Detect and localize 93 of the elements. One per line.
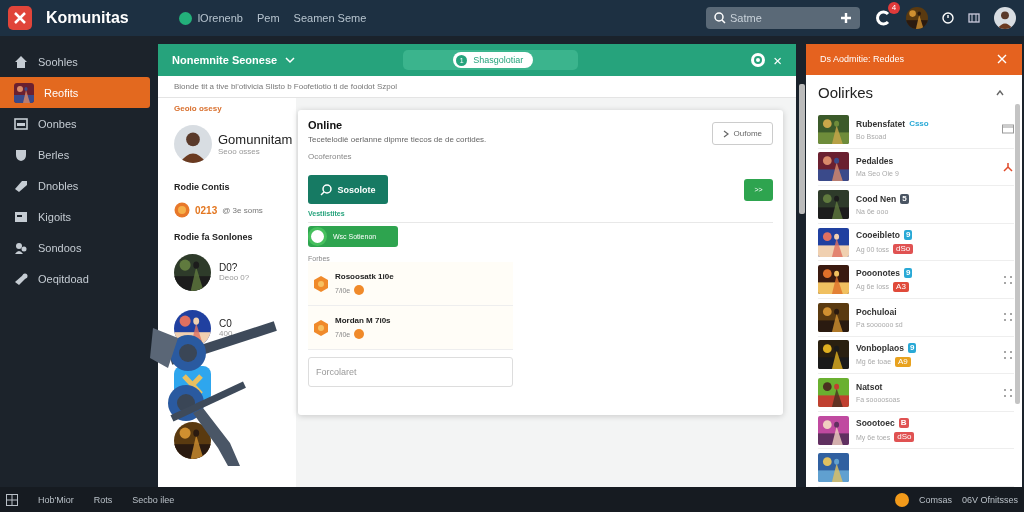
plus-icon [840, 12, 852, 24]
member-name: D0? [219, 262, 239, 273]
coin-icon [354, 329, 365, 339]
dots-icon [1002, 312, 1014, 323]
sidebar-item[interactable]: Oeqitdoad [0, 263, 150, 294]
item-name: Cood Nen [856, 194, 897, 205]
badge-icon [314, 275, 328, 292]
search-field[interactable]: Satme [706, 7, 860, 29]
scrollbar[interactable] [1015, 104, 1020, 404]
item-label: Csso [909, 119, 929, 129]
nav-link[interactable]: lOrenenb [197, 12, 243, 24]
search-icon [714, 12, 726, 24]
search-icon [320, 183, 333, 196]
shield-icon [14, 147, 28, 162]
status-item[interactable]: Comsas [918, 494, 952, 505]
status-item[interactable]: Rots [93, 494, 113, 505]
list-title: Oolirkes [818, 84, 873, 102]
sidebar-item[interactable]: Sondoos [0, 232, 150, 263]
sidebar-item[interactable]: Oonbes [0, 108, 150, 139]
item-name: Pochuloai [856, 306, 897, 317]
item-tag: A3 [893, 281, 909, 292]
dialog-title: Online [308, 119, 344, 131]
home-icon [14, 54, 28, 69]
caret-icon [996, 89, 1004, 96]
outline-button[interactable]: Oufome [711, 122, 773, 145]
status-item[interactable]: 06V Ofnitsses [961, 494, 1018, 505]
text-input[interactable]: Forcolaret [308, 357, 513, 387]
count-badge: 5 [900, 194, 909, 205]
dialog-description: Tecetelodiè oerlanne dipmre tiecos de de cortides. [308, 135, 487, 144]
nav-link[interactable]: Pem [256, 12, 280, 24]
help-icon [751, 53, 766, 67]
panel-title: Ds Aodmitie: Reddes [820, 54, 905, 65]
status-item[interactable]: Hob'Mior [38, 494, 74, 505]
logo-icon [8, 6, 32, 30]
clock-icon [942, 12, 954, 24]
count-badge: 9 [908, 342, 917, 353]
tag-icon [14, 178, 28, 193]
dots-icon [1002, 387, 1014, 398]
close-icon [996, 54, 1008, 65]
sidebar-item[interactable]: Dnobles [0, 170, 150, 201]
refresh-icon [874, 9, 892, 27]
stat-value: 0213 [195, 204, 218, 216]
scrollbar[interactable] [799, 84, 805, 214]
item-tag: dSo [893, 244, 914, 255]
item-name: Soootoec [856, 418, 895, 429]
count-badge: 9 [903, 267, 913, 278]
item-name: Pooonotes [856, 267, 900, 278]
dots-icon [1002, 349, 1014, 360]
people-icon [14, 240, 28, 255]
dialog-note: Ocoferontes [308, 152, 353, 161]
sidebar-item[interactable]: Kigoits [0, 201, 150, 232]
person-icon [1002, 161, 1014, 172]
grid-icon [968, 13, 980, 23]
sidebar-item[interactable]: Berles [0, 139, 150, 170]
profile-meta: Seoo osses [218, 147, 261, 156]
dots-icon [1002, 274, 1014, 285]
item-name: Rubensfatet [856, 118, 906, 129]
member-meta: 400 [219, 329, 233, 338]
grid-icon [6, 493, 18, 506]
item-title: Rosoosatk 1i0e [335, 272, 394, 281]
item-name: Vonboplaos [856, 342, 904, 353]
badge-icon [314, 319, 328, 336]
item-name: Natsot [856, 382, 883, 392]
status-item[interactable]: Secbo ilee [132, 494, 175, 505]
megaphone-icon [14, 271, 28, 286]
member-name: C0 [219, 318, 233, 329]
item-title: Mordan M 7i0s [335, 316, 391, 325]
card-icon [14, 209, 28, 224]
item-name: Cooeibleto [856, 230, 900, 241]
nav-link[interactable]: Seamen Seme [293, 12, 367, 24]
item-tag: A9 [895, 356, 911, 367]
coin-icon [894, 492, 909, 507]
section-heading: Geoio osesy [174, 104, 223, 115]
item-name: Pedaldes [856, 156, 894, 167]
chevron-icon [722, 129, 729, 138]
item-tag: dSo [894, 432, 915, 443]
notification-badge: 4 [888, 2, 900, 14]
count-badge: 9 [903, 230, 913, 241]
section-heading: Rodie fa Sonlones [174, 232, 254, 242]
count-badge: B [898, 418, 909, 429]
card-icon [1002, 124, 1014, 135]
caret-icon [285, 56, 296, 64]
panel-title: Nonemnite Seonese [172, 54, 278, 66]
app-name: Komunitas [46, 9, 129, 27]
medal-icon [174, 202, 190, 218]
profile-name: Gomunnitam [218, 132, 293, 147]
window-icon [14, 116, 28, 131]
member-meta: Deoo 0? [219, 273, 250, 282]
stat-detail: @ 3e soms [222, 205, 263, 215]
primary-button[interactable]: Sosolote [308, 175, 388, 204]
coin-icon [354, 285, 365, 295]
sidebar-item[interactable]: Soohles [0, 46, 150, 77]
section-heading: Rodie Contis [174, 182, 231, 192]
